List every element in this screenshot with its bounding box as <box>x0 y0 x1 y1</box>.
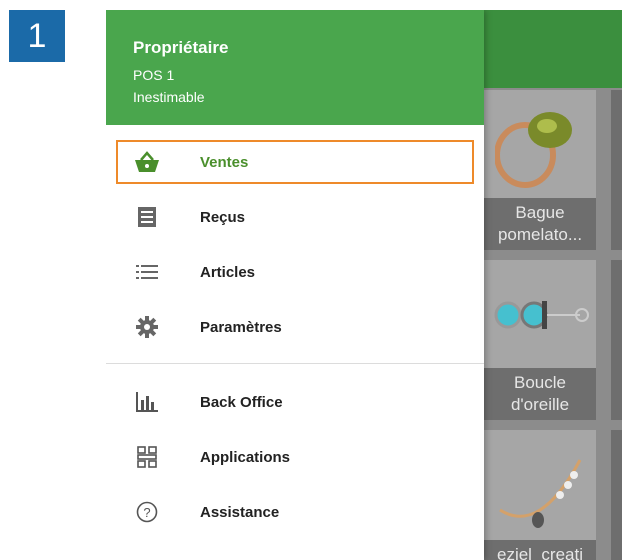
necklace-image <box>484 430 596 540</box>
help-icon: ? <box>134 499 160 525</box>
drawer-header: Propriétaire POS 1 Inestimable <box>106 10 484 125</box>
step-number-badge: 1 <box>9 10 65 62</box>
menu-label: Applications <box>200 448 291 466</box>
menu-label: Assistance <box>200 503 280 521</box>
store-label: Inestimable <box>133 89 205 105</box>
menu-label: Paramètres <box>200 318 282 336</box>
highlight-box <box>116 140 474 184</box>
item-caption: Bague pomelato... <box>484 198 596 250</box>
item-caption: Boucle d'oreille <box>484 368 596 420</box>
item-tile-edge <box>611 430 622 560</box>
menu-item-parametres[interactable]: Paramètres <box>106 302 484 352</box>
menu-divider <box>106 363 484 364</box>
bar-chart-icon <box>134 389 160 415</box>
ring-image <box>484 90 596 200</box>
menu-item-articles[interactable]: Articles <box>106 247 484 297</box>
navigation-drawer: Propriétaire POS 1 Inestimable Ventes Re… <box>106 10 484 560</box>
menu-item-recus[interactable]: Reçus <box>106 192 484 242</box>
gear-icon <box>134 314 160 340</box>
menu-label: Back Office <box>200 393 283 411</box>
item-caption: eziel_creati <box>484 540 596 560</box>
pos-label: POS 1 <box>133 67 175 83</box>
item-tile[interactable]: Bague pomelato... <box>484 90 596 250</box>
device-screen: Bague pomelato... Boucle d'oreille eziel… <box>106 10 622 560</box>
item-tile-edge <box>611 90 622 250</box>
svg-text:?: ? <box>143 505 150 520</box>
list-icon <box>134 259 160 285</box>
menu-label: Articles <box>200 263 256 281</box>
apps-icon <box>134 444 160 470</box>
menu-label: Reçus <box>200 208 246 226</box>
item-tile-edge <box>611 260 622 420</box>
menu-item-back-office[interactable]: Back Office <box>106 377 484 427</box>
owner-name: Propriétaire <box>133 38 229 57</box>
item-tile[interactable]: Boucle d'oreille <box>484 260 596 420</box>
item-tile[interactable]: eziel_creati <box>484 430 596 560</box>
receipt-icon <box>134 204 160 230</box>
menu-item-applications[interactable]: Applications <box>106 432 484 482</box>
menu-item-assistance[interactable]: ? Assistance <box>106 487 484 537</box>
earring-image <box>484 260 596 370</box>
